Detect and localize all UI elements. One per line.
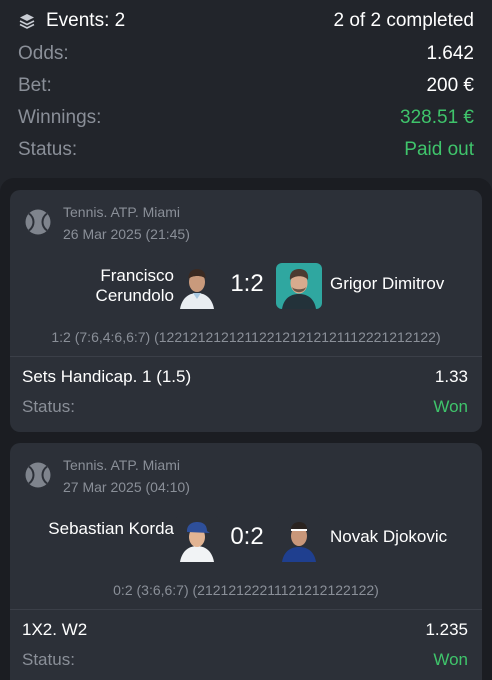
layers-icon [18,12,36,30]
status-row: Status: Paid out [18,137,474,163]
events-count: Events: 2 [18,10,125,32]
event-status-label: Status: [22,650,75,669]
player1-avatar [174,516,220,562]
bet-summary: Events: 2 2 of 2 completed Odds: 1.642 B… [0,0,492,178]
events-panel: Tennis. ATP. Miami 26 Mar 2025 (21:45) F… [0,178,492,680]
completed-count: 2 of 2 completed [333,10,474,31]
player2-avatar [276,263,322,309]
match-row: Francisco Cerundolo 1:2 Grigor Dimitrov [10,260,482,312]
bet-name: 1X2. W2 [22,620,88,639]
match-row: Sebastian Korda 0:2 Novak Djokovic [10,513,482,565]
player2-name: Novak Djokovic [330,527,448,546]
bet-odds: 1.235 [425,620,468,639]
event-header: Tennis. ATP. Miami 26 Mar 2025 (21:45) [10,190,482,250]
events-label: Events: 2 [46,10,126,31]
divider [10,609,482,610]
player1-name: Sebastian Korda [48,519,174,538]
divider [10,356,482,357]
tennis-ball-icon [24,461,52,489]
event-header: Tennis. ATP. Miami 27 Mar 2025 (04:10) [10,443,482,503]
event-status-value: Won [433,397,468,416]
status-value: Paid out [404,139,474,160]
player2-avatar [276,516,322,562]
event-status-row: Status: Won [22,394,468,420]
winnings-label: Winnings: [18,107,102,128]
bet-selection-row: 1X2. W2 1.235 [22,617,468,643]
match-detail: 0:2 (3:6,6:7) (21212122211121212122122) [113,582,379,598]
player1-name: Francisco Cerundolo [95,266,174,305]
bet-odds: 1.33 [434,367,468,386]
event-date: 27 Mar 2025 (04:10) [63,479,190,495]
winnings-row: Winnings: 328.51 € [18,105,474,131]
event-status-label: Status: [22,397,75,416]
bet-selection-row: Sets Handicap. 1 (1.5) 1.33 [22,364,468,390]
match-detail: 1:2 (7:6,4:6,6:7) (122121212121122121212… [51,329,441,345]
status-label: Status: [18,139,78,160]
tennis-ball-icon [24,208,52,236]
event-card[interactable]: Tennis. ATP. Miami 26 Mar 2025 (21:45) F… [10,190,482,432]
odds-label: Odds: [18,43,69,64]
event-card[interactable]: Tennis. ATP. Miami 27 Mar 2025 (04:10) S… [10,443,482,680]
match-score: 1:2 [230,270,264,297]
player2-name: Grigor Dimitrov [330,274,445,293]
winnings-value: 328.51 € [400,107,474,128]
odds-row: Odds: 1.642 [18,41,474,67]
odds-value: 1.642 [426,43,474,64]
events-row: Events: 2 2 of 2 completed [18,8,474,34]
event-status-value: Won [433,650,468,669]
bet-row: Bet: 200 € [18,73,474,99]
bet-name: Sets Handicap. 1 (1.5) [22,367,192,386]
event-status-row: Status: Won [22,647,468,673]
tournament-name: Tennis. ATP. Miami [63,457,180,473]
player1-avatar [174,263,220,309]
bet-value: 200 € [426,75,474,96]
tournament-name: Tennis. ATP. Miami [63,204,180,220]
event-date: 26 Mar 2025 (21:45) [63,226,190,242]
bet-label: Bet: [18,75,52,96]
match-score: 0:2 [230,523,264,550]
